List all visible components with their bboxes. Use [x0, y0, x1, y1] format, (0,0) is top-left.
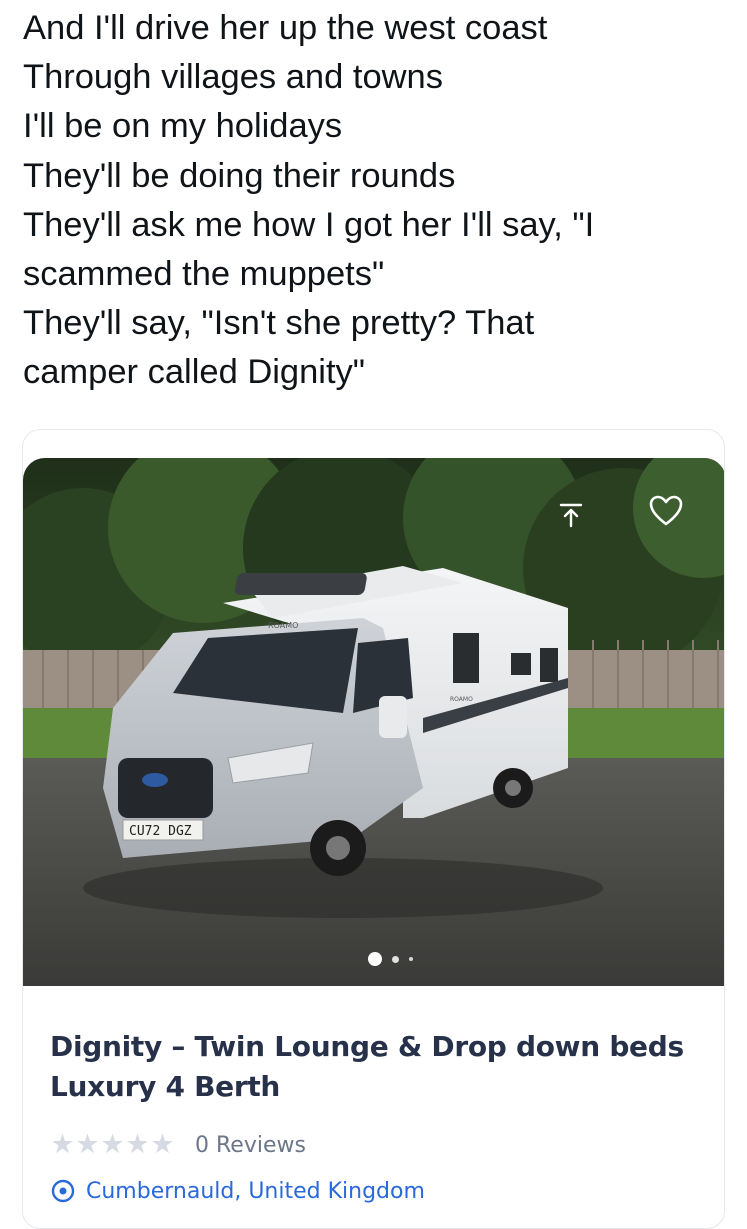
favorite-button[interactable] — [649, 494, 683, 528]
reviews-count[interactable]: 0 Reviews — [195, 1133, 306, 1158]
carousel-dot-active[interactable] — [368, 952, 382, 966]
tweet-line: camper called Dignity" — [23, 353, 366, 392]
tweet-line: And I'll drive her up the west coast — [23, 9, 548, 47]
carousel-dot[interactable] — [409, 957, 413, 961]
star-icon: ★ — [75, 1129, 100, 1160]
listing-title[interactable]: Dignity – Twin Lounge & Drop down beds L… — [50, 1027, 690, 1107]
tweet-line: scammed the muppets" — [23, 255, 385, 294]
star-icon: ★ — [150, 1129, 175, 1160]
listing-card[interactable]: CU72 DGZ ROAMO ROAMO Dignity – Twin Loun… — [22, 429, 725, 1229]
rating-row: ★ ★ ★ ★ ★ 0 Reviews — [50, 1130, 306, 1160]
star-rating: ★ ★ ★ ★ ★ — [50, 1130, 175, 1160]
tweet-line: I'll be on my holidays — [23, 107, 343, 146]
location-row[interactable]: Cumbernauld, United Kingdom — [50, 1178, 425, 1204]
star-icon: ★ — [125, 1129, 150, 1160]
tweet-line: They'll say, "Isn't she pretty? That — [23, 304, 535, 343]
tweet-line: Through villages and towns — [23, 58, 443, 97]
listing-photo[interactable]: CU72 DGZ ROAMO ROAMO — [23, 458, 724, 986]
share-icon — [559, 503, 583, 528]
carousel-dot[interactable] — [392, 955, 399, 963]
star-icon: ★ — [100, 1129, 125, 1160]
camper-photo-illustration: CU72 DGZ ROAMO ROAMO — [23, 458, 724, 986]
plate-text: CU72 DGZ — [129, 824, 192, 839]
side-badge: ROAMO — [450, 696, 473, 703]
star-icon: ★ — [50, 1129, 75, 1160]
tweet-line: They'll ask me how I got her I'll say, "… — [23, 205, 595, 244]
share-button[interactable] — [554, 498, 588, 532]
carousel-indicator[interactable] — [368, 952, 413, 966]
tweet-line: They'll be doing their rounds — [23, 156, 456, 195]
heart-icon — [649, 495, 683, 526]
location-pin-icon — [51, 1179, 75, 1203]
tweet-text: And I'll drive her up the west coast Thr… — [23, 4, 723, 398]
roof-badge: ROAMO — [268, 621, 298, 630]
